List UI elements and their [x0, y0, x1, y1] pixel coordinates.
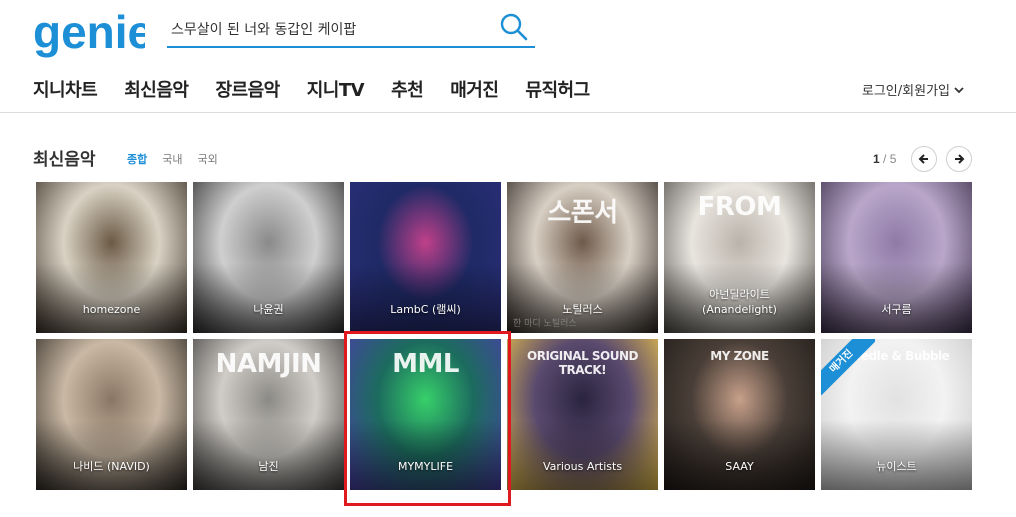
page-current: 1: [873, 152, 880, 166]
page-separator: /: [883, 152, 887, 166]
tab-all[interactable]: 종합: [127, 151, 147, 167]
nav-item-chart[interactable]: 지니차트: [33, 76, 98, 102]
album-card[interactable]: FROM 아넌딜라이트 (Anandelight): [664, 182, 815, 333]
login-label: 로그인/회원가입: [861, 84, 950, 99]
album-artist-name[interactable]: LambC (램씨): [350, 302, 501, 317]
login-signup-link[interactable]: 로그인/회원가입: [862, 80, 964, 99]
search-input[interactable]: [171, 16, 491, 42]
nav-item-recommend[interactable]: 추천: [391, 76, 424, 102]
album-shade: [507, 263, 658, 333]
album-card[interactable]: MY ZONE SAAY: [664, 339, 815, 490]
album-card[interactable]: 나비드 (NAVID): [36, 339, 187, 490]
album-artist-name[interactable]: 노틸러스: [507, 302, 658, 317]
album-shade: [664, 420, 815, 490]
tab-international[interactable]: 국외: [198, 151, 218, 167]
logo-text: genie: [33, 8, 145, 58]
album-card[interactable]: 스폰서한 마디 노틸러스노틸러스: [507, 182, 658, 333]
album-shade: [821, 263, 972, 333]
page-total: 5: [889, 152, 897, 166]
album-artist-name[interactable]: MYMYLIFE: [350, 459, 501, 474]
arrow-right-icon: [955, 154, 965, 164]
album-cover-text: NAMJIN: [215, 349, 322, 379]
album-artist-name[interactable]: 나윤권: [193, 302, 344, 317]
album-artist-name[interactable]: Various Artists: [507, 459, 658, 474]
album-card[interactable]: NAMJIN 남진: [193, 339, 344, 490]
album-card[interactable]: MML MYMYLIFE: [350, 339, 501, 490]
nav-item-genre[interactable]: 장르음악: [216, 76, 281, 102]
album-shade: [821, 420, 972, 490]
album-card[interactable]: 서구름: [821, 182, 972, 333]
arrow-left-icon: [918, 154, 928, 164]
album-card[interactable]: Needle & Bubble 뉴이스트 매거진: [821, 339, 972, 490]
nav-item-music-hug[interactable]: 뮤직허그: [525, 76, 590, 102]
album-card[interactable]: homezone: [36, 182, 187, 333]
section-tabs: 종합 국내 국외: [127, 151, 218, 167]
album-artist-name[interactable]: homezone: [36, 302, 187, 317]
album-cover-text: 스폰서: [547, 198, 618, 228]
search-icon[interactable]: [499, 12, 529, 42]
tab-domestic[interactable]: 국내: [162, 151, 182, 167]
album-cover-text: MML: [392, 349, 459, 379]
nav-item-genie-tv[interactable]: 지니TV: [307, 76, 365, 102]
album-cover-text: MY ZONE: [710, 349, 769, 363]
album-cover-text: FROM: [697, 192, 782, 222]
genie-logo[interactable]: genie: [33, 8, 145, 64]
album-artist-name[interactable]: 서구름: [821, 302, 972, 317]
album-shade: [36, 420, 187, 490]
album-cover-text: ORIGINAL SOUND TRACK!: [527, 349, 638, 377]
album-shade: [193, 420, 344, 490]
section-title: 최신음악: [33, 150, 96, 170]
album-card[interactable]: ORIGINAL SOUND TRACK! Various Artists: [507, 339, 658, 490]
search-bar: [167, 10, 535, 48]
album-artist-name[interactable]: 나비드 (NAVID): [36, 459, 187, 474]
next-page-button[interactable]: [946, 146, 972, 172]
nav-item-magazine[interactable]: 매거진: [450, 76, 499, 102]
album-artist-name[interactable]: 남진: [193, 459, 344, 474]
album-card[interactable]: LambC (램씨): [350, 182, 501, 333]
album-artist-name[interactable]: 아넌딜라이트 (Anandelight): [664, 287, 815, 317]
album-shade: [350, 263, 501, 333]
album-shade: [350, 420, 501, 490]
header-divider: [0, 112, 1016, 113]
magazine-badge: 매거진: [821, 339, 875, 395]
album-artist-name[interactable]: 뉴이스트: [821, 459, 972, 474]
album-card[interactable]: 나윤권: [193, 182, 344, 333]
chevron-down-icon: [954, 86, 964, 93]
prev-page-button[interactable]: [911, 146, 937, 172]
album-shade: [507, 420, 658, 490]
album-artist-name[interactable]: SAAY: [664, 459, 815, 474]
album-shade: [193, 263, 344, 333]
page-indicator: 1 / 5: [873, 152, 896, 166]
nav-item-new-music[interactable]: 최신음악: [124, 76, 189, 102]
album-shade: [36, 263, 187, 333]
magazine-badge-label: 매거진: [821, 339, 875, 395]
main-nav: 지니차트 최신음악 장르음악 지니TV 추천 매거진 뮤직허그: [33, 76, 617, 102]
